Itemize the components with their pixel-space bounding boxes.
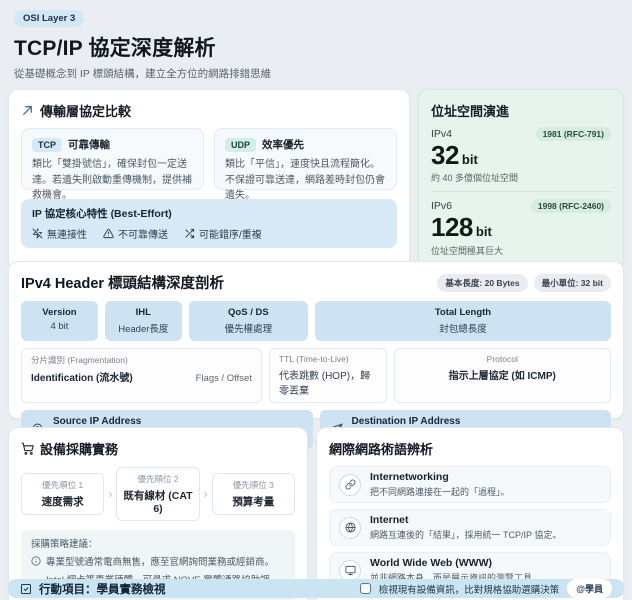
priority-2: 優先順位 2 既有線材 (CAT 6): [116, 467, 199, 521]
ipv4-rfc-badge: 1981 (RFC-791): [536, 127, 611, 141]
task-checkbox[interactable]: [360, 583, 371, 594]
procurement-heading: 設備採購實務: [21, 439, 295, 458]
term-internet: Internet 網路互連後的「結果」，採用統一 TCP/IP 協定。: [329, 509, 611, 546]
procurement-title: 設備採購實務: [40, 439, 118, 458]
advice-item-1: 專業型號通常電商無售，應至官網詢問業務或經銷商。: [31, 554, 285, 568]
transport-comparison-card: 傳輸層協定比較 TCP 可靠傳輸 類比「雙掛號信」，確保封包一定送達。若遺失則啟…: [8, 89, 410, 269]
base-length-badge: 基本長度: 20 Bytes: [437, 274, 527, 292]
ipv6-rfc-badge: 1998 (RFC-2460): [531, 199, 611, 213]
trending-up-icon: [21, 104, 34, 117]
terminology-title: 網際網路術語辨析: [329, 439, 433, 458]
info-icon: [31, 556, 41, 566]
feature-connectionless-label: 無連接性: [47, 226, 87, 241]
feature-connectionless: 無連接性: [32, 226, 87, 241]
ip-core-strip: IP 協定核心特性 (Best-Effort) 無連接性 不可靠傳送: [21, 199, 397, 248]
ip-core-title: IP 協定核心特性 (Best-Effort): [32, 206, 386, 221]
chevron-right-icon: ›: [108, 487, 112, 501]
tcp-box-header: TCP 可靠傳輸: [32, 137, 193, 152]
address-space-title: 位址空間演進: [431, 101, 509, 120]
ipv4-note: 約 40 多億個位址空間: [431, 171, 611, 184]
action-bar-title: 行動項目：學員實務檢視: [39, 581, 166, 597]
advice-title: 採購策略建議：: [31, 536, 285, 550]
feature-out-of-order-label: 可能錯序/重複: [199, 226, 262, 241]
osi-layer-badge: OSI Layer 3: [14, 10, 84, 27]
ipv4-header-badges: 基本長度: 20 Bytes 最小單位: 32 bit: [437, 274, 611, 292]
address-divider: [431, 191, 611, 192]
feature-unreliable-label: 不可靠傳送: [118, 226, 168, 241]
field-fragmentation: 分片識別 (Fragmentation) Identification (流水號…: [21, 348, 262, 403]
ipv4-bits: 32bit: [431, 142, 611, 169]
feature-unreliable: 不可靠傳送: [103, 226, 168, 241]
terminology-card: 網際網路術語辨析 Internetworking 把不同網路連接在一起的「過程」…: [316, 427, 624, 600]
udp-description: 類比「平信」，速度快且流程簡化。不保證可靠送達，網路差時封包仍會遺失。: [225, 157, 386, 204]
udp-chip: UDP: [225, 138, 256, 152]
page-header: OSI Layer 3 TCP/IP 協定深度解析 從基礎概念到 IP 標頭結構…: [8, 8, 624, 81]
priority-1: 優先順位 1 速度需求: [21, 473, 104, 515]
page-title: TCP/IP 協定深度解析: [14, 32, 618, 62]
field-total-length: Total Length 封包總長度: [315, 301, 611, 341]
address-space-card: 位址空間演進 IPv4 1981 (RFC-791) 32bit 約 40 多億…: [418, 89, 624, 269]
procurement-card: 設備採購實務 優先順位 1 速度需求 › 優先順位 2 既有線材 (CAT 6)…: [8, 427, 308, 600]
tcp-box: TCP 可靠傳輸 類比「雙掛號信」，確保封包一定送達。若遺失則啟動重傳機制，提供…: [21, 128, 204, 190]
identification-label: Identification (流水號): [31, 369, 133, 384]
field-version: Version 4 bit: [21, 301, 98, 341]
udp-box: UDP 效率優先 類比「平信」，速度快且流程簡化。不保證可靠送達，網路差時封包仍…: [214, 128, 397, 190]
tcp-label: 可靠傳輸: [68, 137, 110, 152]
feature-out-of-order: 可能錯序/重複: [184, 226, 262, 241]
bottom-row: 設備採購實務 優先順位 1 速度需求 › 優先順位 2 既有線材 (CAT 6)…: [8, 427, 624, 571]
udp-label: 效率優先: [262, 137, 304, 152]
ipv4-row: IPv4 1981 (RFC-791): [431, 127, 611, 141]
ipv6-label: IPv6: [431, 200, 452, 212]
field-ihl: IHL Header長度: [105, 301, 182, 341]
terminology-list: Internetworking 把不同網路連接在一起的「過程」。 Interne…: [329, 466, 611, 589]
ip-core-features: 無連接性 不可靠傳送 可能錯序/重複: [32, 226, 386, 241]
header-fields-row1: Version 4 bit IHL Header長度 QoS / DS 優先權處…: [21, 301, 611, 341]
ipv6-note: 位址空間極其巨大: [431, 244, 611, 257]
priority-3: 優先順位 3 預算考量: [212, 473, 295, 515]
tcp-chip: TCP: [32, 138, 62, 152]
field-ttl: TTL (Time-to-Live) 代表跳數 (HOP)，歸零丟棄: [269, 348, 387, 403]
terminology-heading: 網際網路術語辨析: [329, 439, 611, 458]
cart-icon: [21, 442, 34, 455]
page-subtitle: 從基礎概念到 IP 標頭結構，建立全方位的網路排錯思維: [14, 66, 618, 81]
clipboard-check-icon: [20, 583, 32, 595]
action-bar-right: 檢視現有設備資訊，比對規格協助選購決策 @學員: [360, 579, 612, 598]
ipv6-bits: 128bit: [431, 214, 611, 241]
header-fields-row2: 分片識別 (Fragmentation) Identification (流水號…: [21, 348, 611, 403]
zap-off-icon: [32, 228, 43, 239]
tcp-description: 類比「雙掛號信」，確保封包一定送達。若遺失則啟動重傳機制，提供補救機會。: [32, 157, 193, 204]
action-bar-left: 行動項目：學員實務檢視: [20, 581, 166, 597]
alert-triangle-icon: [103, 228, 114, 239]
link-icon: [339, 474, 361, 496]
field-qos: QoS / DS 優先權處理: [189, 301, 308, 341]
chevron-right-icon: ›: [204, 487, 208, 501]
field-protocol: Protocol 指示上層協定 (如 ICMP): [394, 348, 611, 403]
term-internetworking: Internetworking 把不同網路連接在一起的「過程」。: [329, 466, 611, 503]
page: OSI Layer 3 TCP/IP 協定深度解析 從基礎概念到 IP 標頭結構…: [0, 0, 632, 600]
ipv6-row: IPv6 1998 (RFC-2460): [431, 199, 611, 213]
task-text: 檢視現有設備資訊，比對規格協助選購決策: [379, 582, 560, 596]
action-bar: 行動項目：學員實務檢視 檢視現有設備資訊，比對規格協助選購決策 @學員: [8, 579, 624, 598]
min-unit-badge: 最小單位: 32 bit: [534, 274, 611, 292]
shuffle-icon: [184, 228, 195, 239]
udp-box-header: UDP 效率優先: [225, 137, 386, 152]
ipv4-header-card: IPv4 Header 標頭結構深度剖析 基本長度: 20 Bytes 最小單位…: [8, 261, 624, 419]
transport-card-title: 傳輸層協定比較: [40, 101, 131, 120]
priority-flow: 優先順位 1 速度需求 › 優先順位 2 既有線材 (CAT 6) › 優先順位…: [21, 467, 295, 521]
protocol-grid: TCP 可靠傳輸 類比「雙掛號信」，確保封包一定送達。若遺失則啟動重傳機制，提供…: [21, 128, 397, 190]
assignee-badge: @學員: [567, 579, 612, 598]
globe-icon: [339, 517, 361, 539]
transport-card-heading: 傳輸層協定比較: [21, 101, 397, 120]
flags-offset-label: Flags / Offset: [196, 373, 252, 384]
ipv4-header-heading: IPv4 Header 標頭結構深度剖析 基本長度: 20 Bytes 最小單位…: [21, 272, 611, 293]
ipv4-label: IPv4: [431, 128, 452, 140]
top-row: 傳輸層協定比較 TCP 可靠傳輸 類比「雙掛號信」，確保封包一定送達。若遺失則啟…: [8, 89, 624, 253]
address-space-heading: 位址空間演進: [431, 101, 611, 120]
ipv4-header-title: IPv4 Header 標頭結構深度剖析: [21, 272, 224, 293]
